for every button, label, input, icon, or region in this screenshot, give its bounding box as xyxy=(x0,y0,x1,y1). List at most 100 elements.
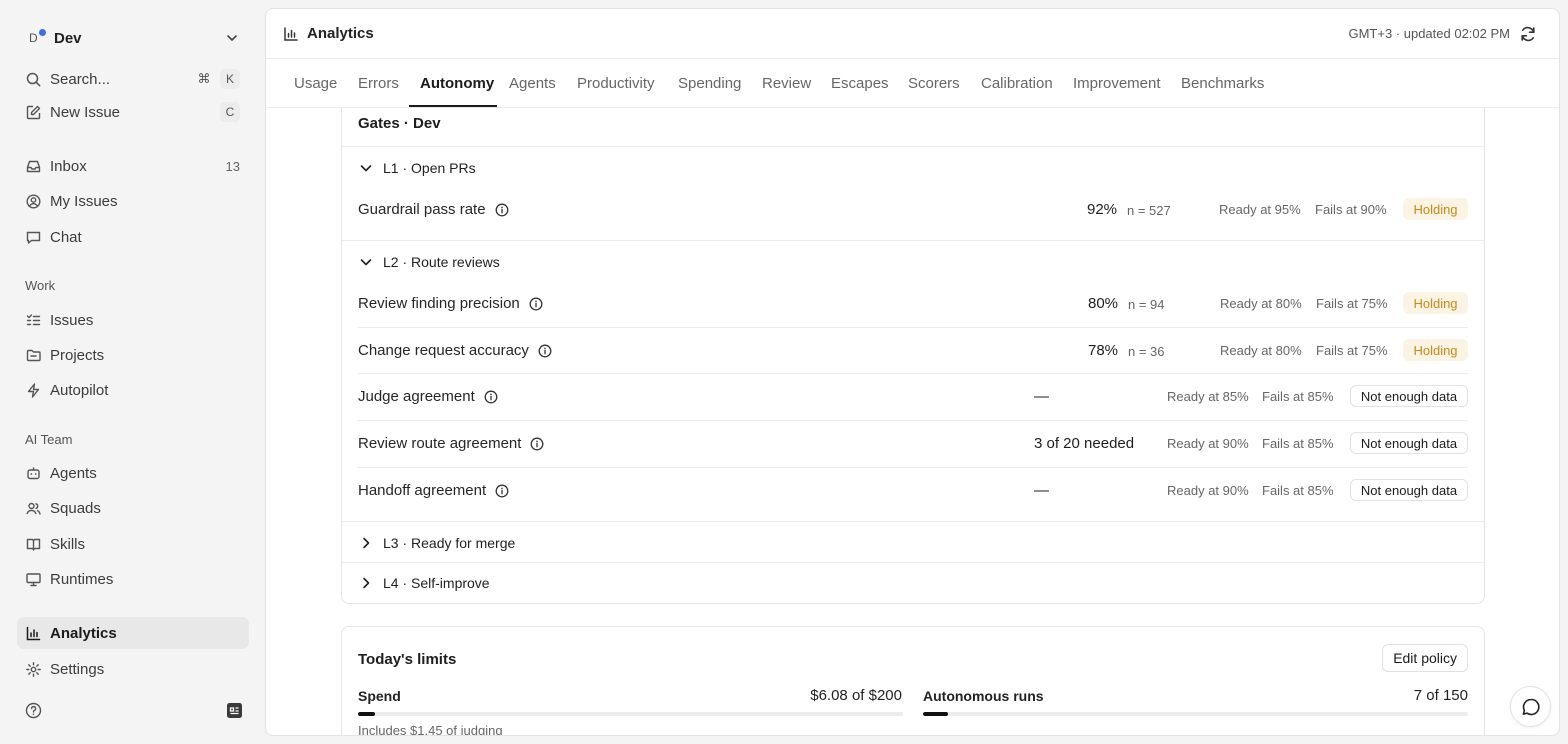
chat-support-button[interactable] xyxy=(1510,686,1551,727)
tab-autonomy[interactable]: Autonomy xyxy=(420,75,494,92)
status-badge: Not enough data xyxy=(1350,385,1468,407)
sidebar-item-issues[interactable]: Issues xyxy=(17,304,249,336)
gate-group-l4[interactable]: L4 · Self-improve xyxy=(358,572,490,594)
info-icon[interactable] xyxy=(495,484,509,498)
metric-name: Judge agreement xyxy=(358,388,498,405)
sidebar-item-settings[interactable]: Settings xyxy=(17,653,249,685)
sidebar-item-my-issues[interactable]: My Issues xyxy=(17,185,249,217)
fail-threshold: Fails at 85% xyxy=(1262,436,1334,451)
fail-threshold: Fails at 90% xyxy=(1315,202,1387,217)
metric-name: Change request accuracy xyxy=(358,342,552,359)
refresh-icon[interactable] xyxy=(1519,25,1537,43)
info-icon[interactable] xyxy=(538,344,552,358)
tab-spending[interactable]: Spending xyxy=(678,75,741,92)
sidebar-item-agents[interactable]: Agents xyxy=(17,457,249,489)
search-button[interactable]: Search... ⌘ K xyxy=(17,63,249,95)
gate-group-label: L2 · Route reviews xyxy=(383,254,500,270)
workspace-avatar: D xyxy=(25,27,47,49)
sidebar-item-autopilot[interactable]: Autopilot xyxy=(17,374,249,406)
tab-calibration[interactable]: Calibration xyxy=(981,75,1053,92)
workspace-switcher[interactable]: D Dev xyxy=(25,24,243,52)
tab-productivity[interactable]: Productivity xyxy=(577,75,655,92)
gear-icon xyxy=(25,661,42,678)
tab-usage[interactable]: Usage xyxy=(294,75,337,92)
info-icon[interactable] xyxy=(530,437,544,451)
chat-label: Chat xyxy=(50,228,82,246)
gates-title: Gates · Dev xyxy=(358,115,441,132)
robot-icon xyxy=(25,465,42,482)
chevron-right-icon xyxy=(358,535,374,551)
gate-group-label: L4 · Self-improve xyxy=(383,575,490,591)
autopilot-label: Autopilot xyxy=(50,381,109,399)
inbox-icon xyxy=(25,158,42,175)
fail-threshold: Fails at 75% xyxy=(1316,296,1388,311)
book-icon xyxy=(25,536,42,553)
agents-label: Agents xyxy=(50,464,97,482)
spend-note: Includes $1.45 of judging xyxy=(358,723,503,736)
metric-sample-size: n = 36 xyxy=(1128,344,1165,359)
info-icon[interactable] xyxy=(529,297,543,311)
new-issue-label: New Issue xyxy=(50,103,121,121)
spend-value: $6.08 of $200 xyxy=(810,687,902,704)
tab-improvement[interactable]: Improvement xyxy=(1073,75,1161,92)
header: Analytics GMT+3 · updated 02:02 PM xyxy=(266,9,1559,59)
new-issue-button[interactable]: New Issue C xyxy=(17,96,249,128)
tab-agents[interactable]: Agents xyxy=(509,75,556,92)
ready-threshold: Ready at 90% xyxy=(1167,436,1249,451)
help-icon[interactable] xyxy=(25,702,42,719)
sidebar-item-skills[interactable]: Skills xyxy=(17,528,249,560)
sidebar-item-analytics[interactable]: Analytics xyxy=(17,617,249,649)
tab-scorers[interactable]: Scorers xyxy=(908,75,960,92)
inbox-label: Inbox xyxy=(50,157,87,175)
new-issue-shortcut: C xyxy=(220,102,240,122)
tab-review[interactable]: Review xyxy=(762,75,811,92)
sidebar-item-chat[interactable]: Chat xyxy=(17,221,249,253)
squads-label: Squads xyxy=(50,499,101,517)
sidebar-item-inbox[interactable]: Inbox 13 xyxy=(17,150,249,182)
ready-threshold: Ready at 80% xyxy=(1220,296,1302,311)
sidebar-item-squads[interactable]: Squads xyxy=(17,492,249,524)
sidebar-item-runtimes[interactable]: Runtimes xyxy=(17,563,249,595)
divider xyxy=(342,146,1484,147)
chevron-right-icon xyxy=(358,575,374,591)
ready-threshold: Ready at 80% xyxy=(1220,343,1302,358)
gate-group-l2[interactable]: L2 · Route reviews xyxy=(358,251,500,273)
sidebar-item-projects[interactable]: Projects xyxy=(17,339,249,371)
updated-timestamp: GMT+3 · updated 02:02 PM xyxy=(1348,26,1510,41)
chevron-down-icon xyxy=(225,31,239,45)
chevron-down-icon xyxy=(358,160,374,176)
tab-benchmarks[interactable]: Benchmarks xyxy=(1181,75,1264,92)
metric-value: 78% xyxy=(1088,342,1119,359)
metric-value: — xyxy=(1034,388,1049,405)
inbox-count: 13 xyxy=(225,158,240,174)
users-icon xyxy=(25,500,42,517)
keyboard-shortcuts-icon[interactable] xyxy=(226,702,243,719)
gate-group-l1[interactable]: L1 · Open PRs xyxy=(358,157,476,179)
info-icon[interactable] xyxy=(495,203,509,217)
status-badge: Holding xyxy=(1403,292,1468,314)
status-badge: Holding xyxy=(1403,198,1468,220)
issues-label: Issues xyxy=(50,311,94,329)
edit-policy-button[interactable]: Edit policy xyxy=(1382,644,1468,672)
divider xyxy=(358,327,1468,328)
metric-value: 92% xyxy=(1087,201,1118,218)
spend-progress-bar xyxy=(358,712,903,716)
runs-progress-bar xyxy=(923,712,1468,716)
metric-name: Review finding precision xyxy=(358,295,543,312)
runs-value: 7 of 150 xyxy=(1413,687,1468,704)
chat-bubble-icon xyxy=(1521,697,1541,717)
ready-threshold: Ready at 90% xyxy=(1167,483,1249,498)
analytics-tabs: Usage Errors Autonomy Agents Productivit… xyxy=(266,59,1559,108)
metric-name: Review route agreement xyxy=(358,435,544,452)
info-icon[interactable] xyxy=(484,390,498,404)
ready-threshold: Ready at 85% xyxy=(1167,389,1249,404)
chat-icon xyxy=(25,229,42,246)
metric-value: 3 of 20 needed xyxy=(1034,435,1135,452)
runs-label: Autonomous runs xyxy=(923,688,1044,704)
search-shortcut-cmd: ⌘ xyxy=(197,71,211,86)
gate-group-label: L3 · Ready for merge xyxy=(383,535,516,551)
gate-group-l3[interactable]: L3 · Ready for merge xyxy=(358,532,515,554)
tab-escapes[interactable]: Escapes xyxy=(831,75,889,92)
tab-errors[interactable]: Errors xyxy=(358,75,399,92)
spend-progress-fill xyxy=(358,712,375,716)
